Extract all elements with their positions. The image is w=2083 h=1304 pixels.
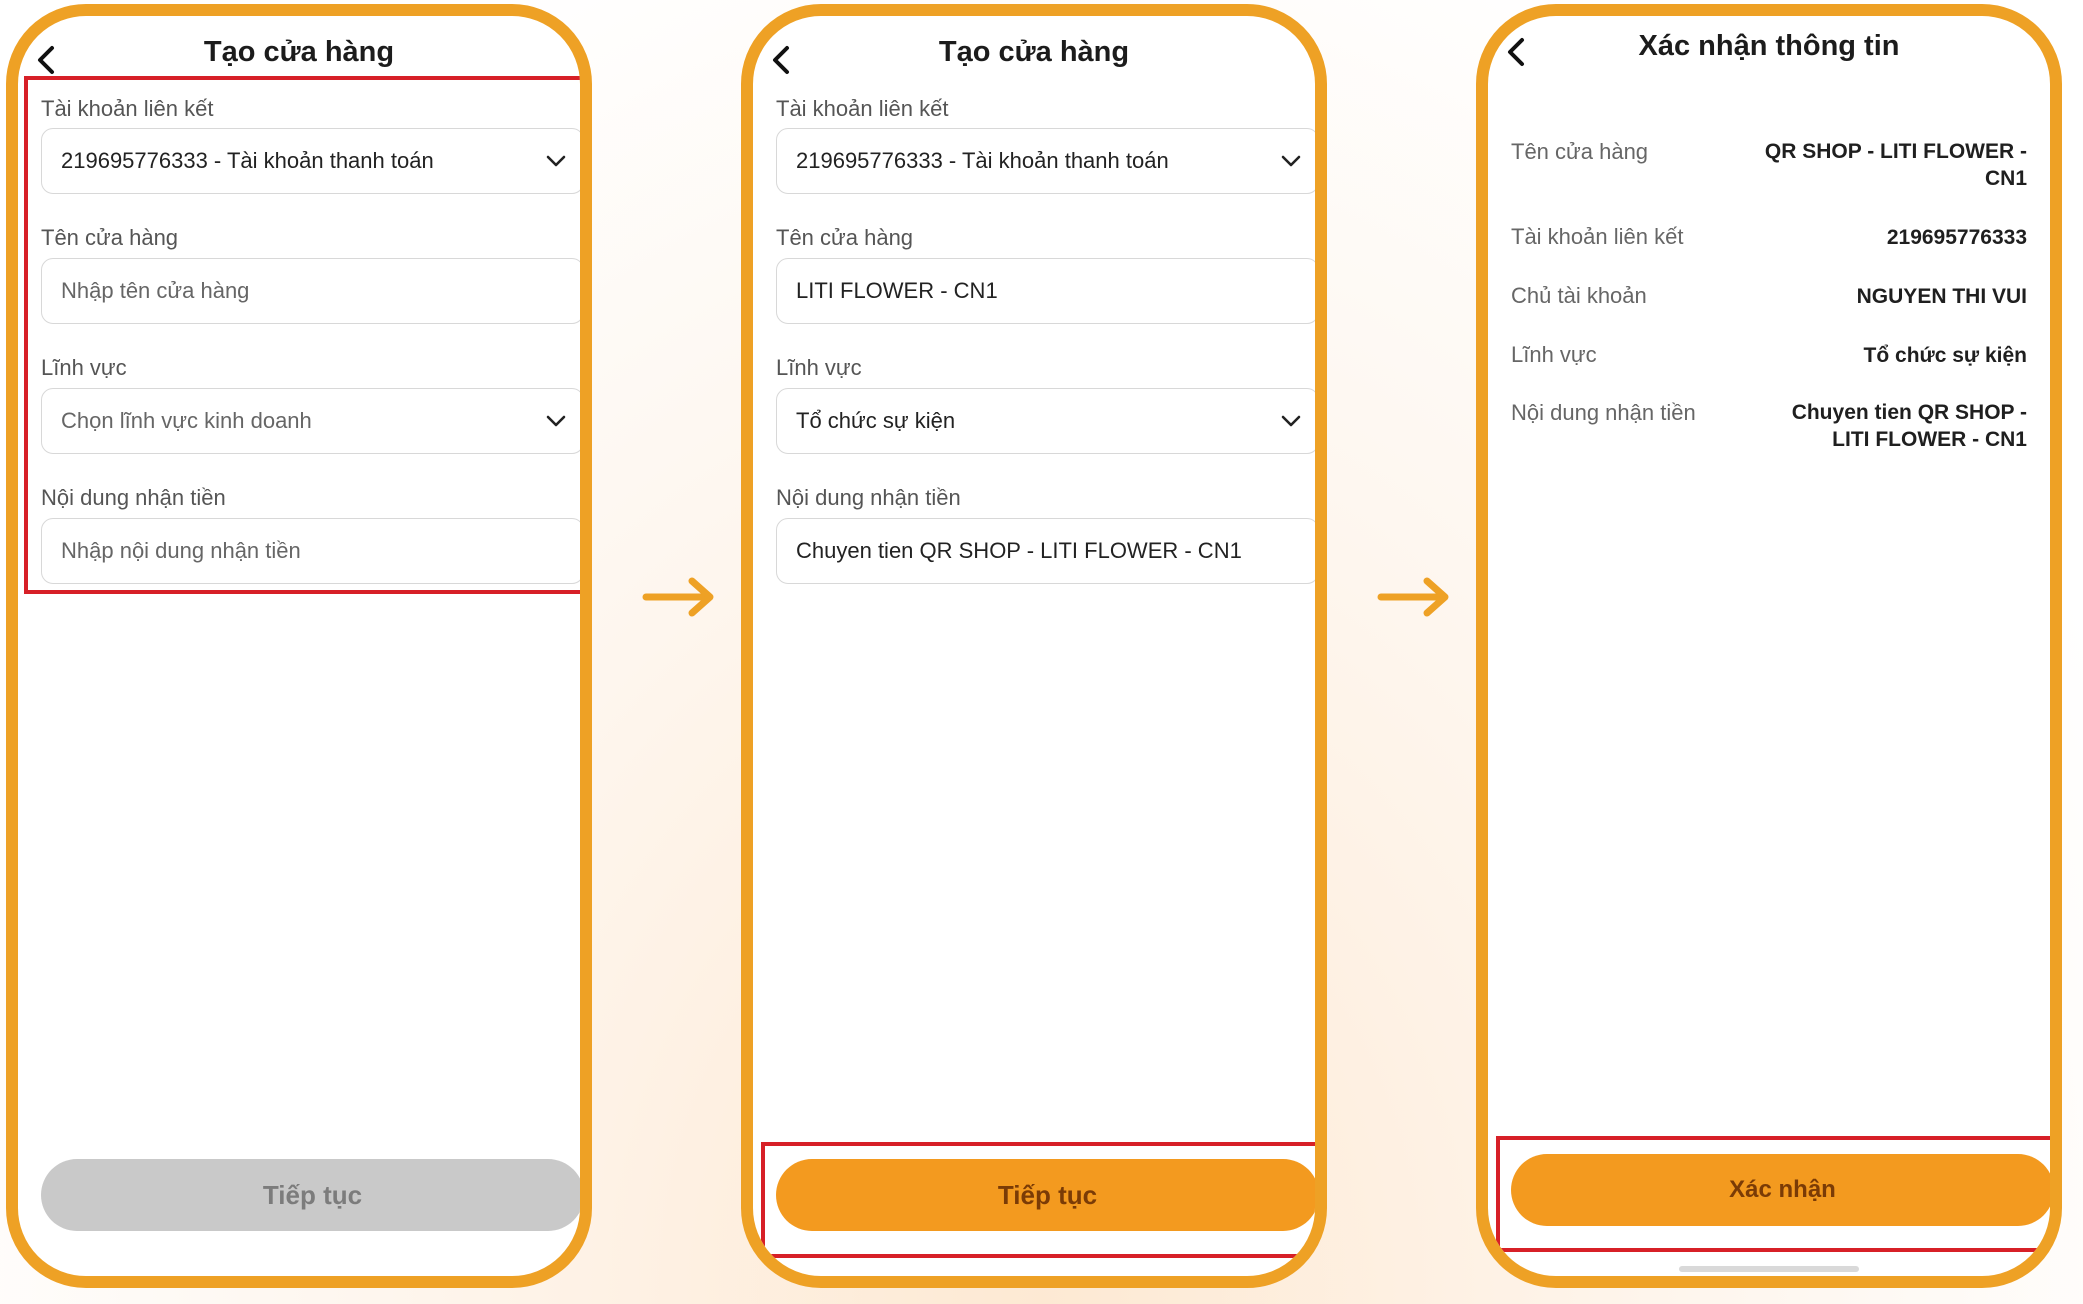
page-title: Tạo cửa hàng — [203, 36, 395, 68]
account-select-value: 219695776333 - Tài khoản thanh toán — [796, 148, 1169, 173]
row-label-store-name: Tên cửa hàng — [1511, 139, 1649, 164]
payment-content-value: Chuyen tien QR SHOP - LITI FLOWER - CN1 — [796, 538, 1242, 563]
row-value-account-owner: NGUYEN THI VUI — [1856, 285, 2027, 308]
home-indicator — [1679, 1266, 1859, 1272]
confirm-button[interactable]: Xác nhận — [1511, 1154, 2050, 1226]
row-label-linked-account: Tài khoản liên kết — [1511, 224, 1684, 249]
row-value-business-field: Tổ chức sự kiện — [1863, 344, 2027, 367]
row-value-linked-account: 219695776333 — [1886, 226, 2027, 249]
phone-screen-create-store-filled: Tạo cửa hàng Tài khoản liên kết 21969577… — [741, 4, 1327, 1288]
page-title: Xác nhận thông tin — [1638, 30, 1900, 62]
payment-content-input[interactable]: Chuyen tien QR SHOP - LITI FLOWER - CN1 — [776, 518, 1315, 584]
account-label: Tài khoản liên kết — [776, 96, 949, 121]
row-label-payment-content: Nội dung nhận tiền — [1511, 400, 1696, 425]
store-name-value: LITI FLOWER - CN1 — [796, 278, 998, 303]
row-value-line: QR SHOP - LITI FLOWER - — [1764, 140, 2027, 163]
row-value-line: CN1 — [1984, 167, 2027, 190]
row-label-account-owner: Chủ tài khoản — [1511, 283, 1647, 308]
row-value-line: LITI FLOWER - CN1 — [1832, 428, 2027, 451]
continue-button-disabled[interactable]: Tiếp tục — [41, 1159, 580, 1231]
page-title: Tạo cửa hàng — [938, 36, 1130, 68]
chevron-down-icon — [1278, 408, 1304, 434]
arrow-right-icon — [642, 572, 720, 622]
business-field-value: Tổ chức sự kiện — [796, 408, 956, 433]
highlight-box-form — [24, 76, 580, 594]
row-value-payment-content: Chuyen tien QR SHOP - LITI FLOWER - CN1 — [1757, 399, 2027, 453]
row-label-business-field: Lĩnh vực — [1511, 342, 1597, 367]
business-field-label: Lĩnh vực — [776, 355, 862, 380]
chevron-down-icon — [1278, 148, 1304, 174]
row-value-store-name: QR SHOP - LITI FLOWER - CN1 — [1757, 138, 2027, 192]
phone-screen-confirm-info: Xác nhận thông tin Tên cửa hàng QR SHOP … — [1476, 4, 2062, 1288]
store-name-label: Tên cửa hàng — [776, 225, 914, 250]
business-field-select[interactable]: Tổ chức sự kiện — [776, 388, 1315, 454]
row-value-line: Chuyen tien QR SHOP - — [1791, 401, 2027, 424]
continue-button[interactable]: Tiếp tục — [776, 1159, 1315, 1231]
phone-screen-create-store-empty: Tạo cửa hàng Tài khoản liên kết 21969577… — [6, 4, 592, 1288]
payment-content-label: Nội dung nhận tiền — [776, 485, 961, 510]
arrow-right-icon — [1377, 572, 1455, 622]
account-select[interactable]: 219695776333 - Tài khoản thanh toán — [776, 128, 1315, 194]
store-name-input[interactable]: LITI FLOWER - CN1 — [776, 258, 1315, 324]
